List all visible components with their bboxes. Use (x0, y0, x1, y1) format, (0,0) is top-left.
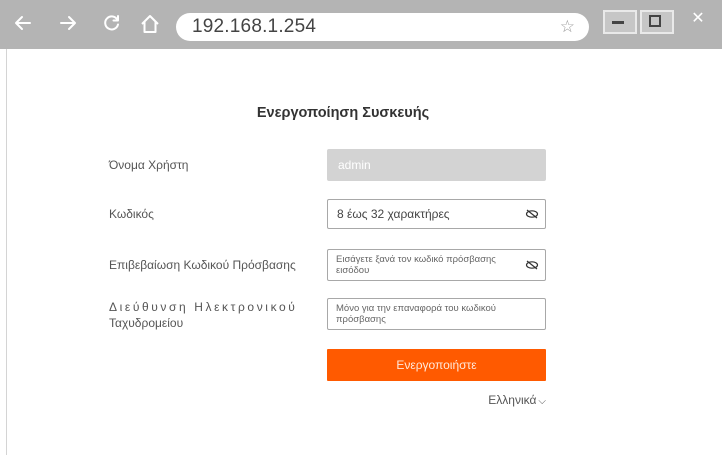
password-field[interactable]: 8 έως 32 χαρακτήρες (327, 199, 546, 229)
email-placeholder: Μόνο για την επαναφορά του κωδικού πρόσβ… (336, 303, 496, 325)
browser-toolbar: 192.168.1.254 ☆ ✕ (0, 0, 722, 49)
email-label: Διεύθυνση Ηλεκτρονικού (109, 300, 298, 314)
username-label: Όνομα Χρήστη (109, 158, 189, 172)
address-bar[interactable]: 192.168.1.254 ☆ (176, 13, 589, 41)
reload-icon[interactable] (99, 10, 125, 38)
chevron-down-icon: ⌵ (538, 396, 546, 407)
confirm-password-field[interactable]: Εισάγετε ξανά τον κωδικό πρόσβασης εισόδ… (327, 249, 546, 281)
activate-button[interactable]: Ενεργοποιήστε (327, 349, 546, 381)
email-field[interactable]: Μόνο για την επαναφορά του κωδικού πρόσβ… (327, 298, 546, 330)
home-icon[interactable] (137, 10, 163, 38)
language-label: Ελληνικά (488, 393, 537, 407)
minimize-icon[interactable] (598, 6, 638, 34)
maximize-icon[interactable] (638, 6, 674, 34)
close-icon: ✕ (691, 10, 705, 27)
page-title: Ενεργοποίηση Συσκευής (256, 105, 430, 121)
url-text: 192.168.1.254 (192, 16, 317, 37)
window-controls: ✕ (598, 6, 722, 34)
email-label-line2: Ταχυδρομείου (109, 316, 184, 330)
username-field: admin (327, 149, 546, 181)
hide-password-icon[interactable] (525, 260, 539, 270)
close-button[interactable]: ✕ (674, 6, 722, 33)
forward-arrow-icon[interactable] (55, 10, 81, 38)
confirm-password-label: Επιβεβαίωση Κωδικού Πρόσβασης (109, 258, 296, 272)
back-arrow-icon[interactable] (10, 10, 36, 38)
star-icon[interactable]: ☆ (560, 13, 575, 41)
password-placeholder: 8 έως 32 χαρακτήρες (337, 207, 450, 221)
hide-password-icon[interactable] (525, 209, 539, 219)
language-selector[interactable]: Ελληνικά ⌵ (480, 393, 546, 407)
password-label: Κωδικός (109, 207, 154, 221)
confirm-password-placeholder: Εισάγετε ξανά τον κωδικό πρόσβασης εισόδ… (336, 254, 496, 276)
